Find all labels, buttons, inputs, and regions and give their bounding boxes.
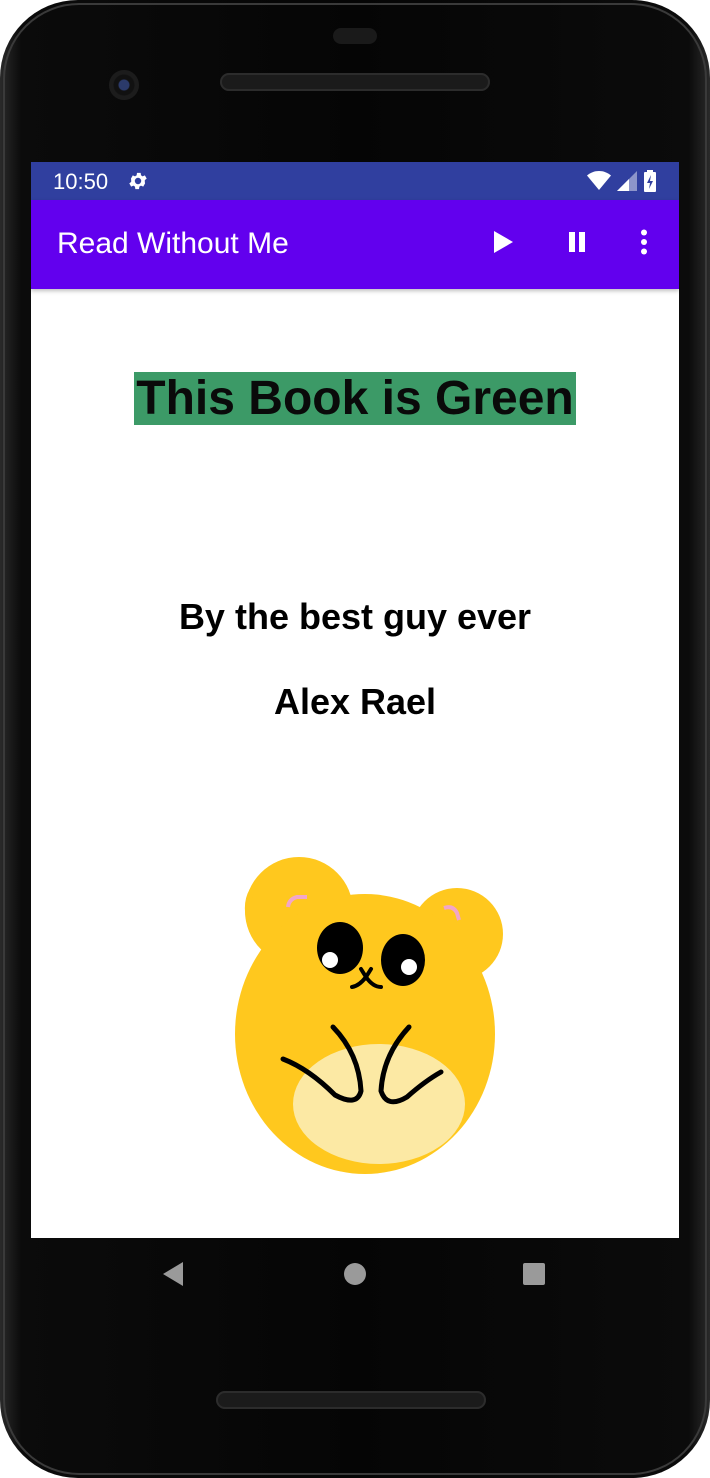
status-bar: 10:50 [31,162,679,200]
settings-gear-icon [127,170,149,192]
play-button[interactable] [479,220,527,268]
back-icon [161,1261,185,1292]
recents-button[interactable] [512,1258,556,1294]
home-button[interactable] [333,1258,377,1294]
navigation-bar [31,1238,679,1314]
phone-screen: 10:50 Read Without Me This Book is Green… [31,162,679,1238]
cell-signal-icon [617,171,637,196]
hamster-drawing [235,857,503,1174]
battery-icon [643,170,657,197]
book-byline: By the best guy ever [178,596,532,637]
sensor-slit [333,28,377,44]
pause-button[interactable] [553,220,601,268]
book-author: Alex Rael [273,681,437,722]
app-bar: Read Without Me [31,200,679,289]
home-icon [343,1262,367,1291]
pause-icon [567,231,587,258]
status-time: 10:50 [53,169,109,194]
book-title-text: This Book is Green [134,372,576,425]
more-options-button[interactable] [620,220,668,268]
phone-frame: 10:50 Read Without Me This Book is Green… [0,0,710,1478]
book-page: This Book is Green By the best guy ever … [31,289,679,1238]
hamster-illustration [235,857,503,1174]
book-title: This Book is Green [31,352,679,445]
status-icons [587,170,657,197]
more-vert-icon [640,229,648,260]
bottom-speaker [216,1391,486,1409]
front-camera [109,70,139,100]
recents-icon [522,1262,546,1291]
back-button[interactable] [151,1258,195,1294]
wifi-icon [587,171,611,196]
app-title: Read Without Me [57,227,289,260]
play-icon [492,230,514,259]
earpiece-speaker [220,73,490,91]
